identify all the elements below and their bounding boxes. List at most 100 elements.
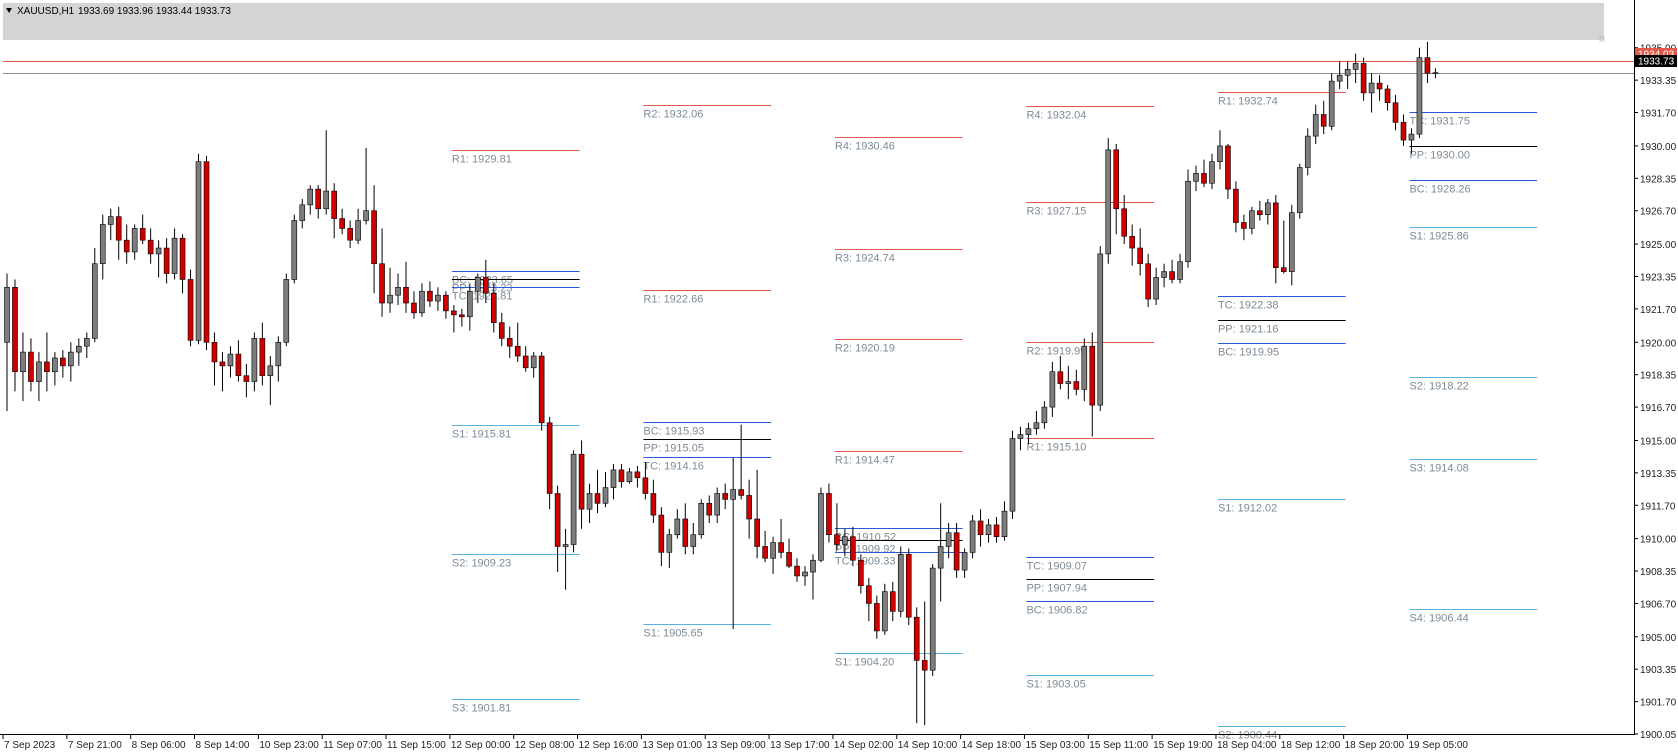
candle-body [1145,263,1151,300]
candle [881,583,888,635]
candle-body [985,524,992,536]
pivot-label-tc: TC: 1922.81 [452,291,513,303]
x-tick-label: 12 Sep 00:00 [451,740,511,751]
candle-body [331,190,337,219]
candle-body [993,524,1000,537]
candle-body [1049,371,1056,408]
x-tick-label: 13 Sep 17:00 [770,740,830,751]
candle [1296,163,1303,219]
y-tick-label: 1921.70 [1640,305,1677,316]
candle-body [419,290,425,314]
candle-body [1161,271,1167,278]
candle-body [323,190,330,210]
pivot-label-s1: S1: 1915.81 [452,429,511,441]
y-tick-label: 1918.35 [1640,371,1677,382]
x-tick-label: 14 Sep 10:00 [898,740,958,751]
candle-body [1001,510,1008,537]
x-tick-label: 8 Sep 14:00 [196,740,250,751]
candle-body [1312,114,1319,137]
candle-body [1193,173,1199,182]
candle-body [1081,345,1088,390]
candle-body [889,591,896,612]
x-tick-label: 15 Sep 03:00 [1025,740,1085,751]
candle-body [219,361,226,367]
candle-body [1320,114,1327,127]
header-band [3,3,1604,40]
candle-body [52,357,58,373]
candle-body [937,546,944,569]
candle-body [1376,82,1383,90]
pivot-label-s1: S1: 1912.02 [1218,503,1277,515]
candle [203,155,210,351]
y-tick-label: 1903.35 [1640,665,1677,676]
candle-body [1257,210,1263,215]
price-chart[interactable]: R1: 1929.81BC: 1923.65PP: 1923.23TC: 192… [0,0,1678,752]
pivot-label-bc: BC: 1928.26 [1409,184,1470,196]
y-tick-label: 1930.00 [1640,142,1677,153]
candle-body [706,502,713,516]
candle [283,273,290,347]
candle-body [554,493,561,547]
candle-body [874,603,880,632]
candle-body [1273,202,1279,268]
candle-body [315,188,322,210]
candle [187,269,194,347]
candle [291,214,298,284]
x-tick-label: 7 Sep 2023 [4,740,56,751]
candle-body [1225,145,1231,190]
candle-body [482,277,489,294]
candle-body [1065,381,1072,384]
pivot-label-r1: R1: 1915.10 [1026,442,1086,454]
candle-body [1265,202,1271,215]
x-tick-label: 13 Sep 09:00 [706,740,766,751]
candle-body [147,239,154,255]
x-tick-label: 12 Sep 16:00 [579,740,639,751]
candle-body [945,532,952,547]
candle-body [1416,57,1423,135]
candle-body [1360,63,1367,94]
candle-body [1121,208,1127,237]
candle-body [826,493,832,536]
y-tick-label: 1905.00 [1640,633,1677,644]
candle-body [658,514,665,553]
pivot-label-s3: S3: 1914.08 [1409,463,1468,475]
candle-body [522,355,529,369]
candle-body [291,220,298,280]
candle [1009,430,1016,520]
candle-body [530,355,537,369]
candle-body [674,518,681,536]
candle [1105,138,1112,264]
candle-body [810,559,816,573]
candle-body [1432,72,1439,74]
pivot-label-pp: PP: 1930.00 [1409,150,1470,162]
candle-body [642,477,649,494]
candle-body [1408,133,1415,141]
candle-body [411,302,417,314]
symbol-label: XAUUSD,H1 [17,6,75,17]
x-tick-label: 8 Sep 06:00 [132,740,186,751]
x-tick-label: 13 Sep 01:00 [642,740,702,751]
pivot-label-r1: R1: 1929.81 [452,154,512,166]
current-price-badge: 1933.73 [1638,57,1675,68]
candle-body [299,204,306,221]
pivot-label-tc: TC: 1914.16 [643,461,704,473]
candle-body [866,585,872,604]
x-tick-label: 18 Sep 12:00 [1281,740,1341,751]
candle-body [1209,161,1215,184]
candle-body [235,353,242,376]
candle [1416,47,1423,139]
candle-body [842,536,848,545]
candle-body [1288,212,1295,272]
candle-body [1217,145,1223,162]
candle-body [403,287,409,304]
candle-body [155,247,162,255]
x-tick-label: 14 Sep 18:00 [962,740,1022,751]
x-tick-label: 15 Sep 11:00 [1089,740,1148,751]
candle-body [897,554,904,612]
candle-body [698,502,705,536]
candle-body [107,216,114,225]
candle-body [618,469,625,482]
candle-body [1344,69,1351,76]
candle-body [1113,149,1120,210]
y-tick-label: 1915.00 [1640,436,1677,447]
